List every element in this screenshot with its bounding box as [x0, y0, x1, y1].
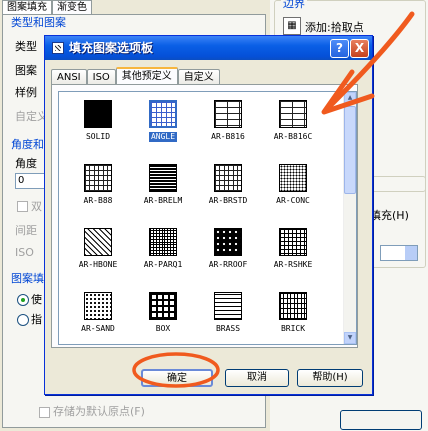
- pattern-list[interactable]: SOLID ANGLE AR-B816 AR-B816C AR-B88 AR-B…: [58, 91, 357, 345]
- pattern-label: AR-CONC: [276, 196, 310, 205]
- pattern-angle[interactable]: ANGLE: [130, 100, 196, 142]
- label-type: 类型: [15, 40, 37, 53]
- label-store-default-origin: 存储为默认原点(F): [53, 405, 145, 418]
- pattern-label: AR-B816C: [273, 132, 313, 141]
- label-iso: ISO: [15, 246, 34, 259]
- scroll-down-icon[interactable]: ▼: [344, 332, 356, 344]
- specified-origin-radio[interactable]: [17, 314, 29, 326]
- pattern-label: BOX: [155, 324, 171, 333]
- pattern-swatch: [149, 228, 177, 256]
- background-tabs: 图案填充 渐变色: [2, 0, 92, 14]
- pattern-ar-b816[interactable]: AR-B816: [195, 100, 261, 142]
- pattern-ar-sand[interactable]: AR-SAND: [65, 292, 131, 334]
- scroll-up-icon[interactable]: ▲: [344, 92, 356, 104]
- group-angle-scale: 角度和: [11, 138, 44, 151]
- fill-label: 填充(H): [370, 209, 409, 222]
- tab-iso[interactable]: ISO: [86, 69, 116, 84]
- pattern-label: AR-B816: [211, 132, 245, 141]
- pattern-swatch: [84, 164, 112, 192]
- pattern-swatch: [214, 292, 242, 320]
- pattern-label: AR-BRSTD: [208, 196, 248, 205]
- pattern-swatch: [214, 164, 242, 192]
- title-bar[interactable]: 填充图案选项板 ? X: [45, 36, 372, 60]
- pattern-swatch: [214, 100, 242, 128]
- close-icon[interactable]: X: [350, 39, 369, 58]
- add-pick-points-label: 添加:拾取点: [305, 21, 364, 34]
- pattern-label: AR-RROOF: [208, 260, 248, 269]
- label-swatch: 样例: [15, 86, 37, 99]
- store-default-origin-checkbox[interactable]: [39, 407, 50, 418]
- pattern-swatch: [214, 228, 242, 256]
- group-origin: 图案填: [11, 272, 44, 285]
- tab-custom[interactable]: 自定义: [177, 69, 220, 84]
- pattern-brick[interactable]: BRICK: [260, 292, 326, 334]
- pattern-label: AR-SAND: [81, 324, 115, 333]
- pattern-swatch: [149, 164, 177, 192]
- label-specified: 指: [31, 313, 42, 326]
- pattern-ar-b88[interactable]: AR-B88: [65, 164, 131, 206]
- tab-hatch[interactable]: 图案填充: [2, 0, 52, 14]
- pattern-label-selected: ANGLE: [148, 132, 178, 142]
- label-double: 双: [31, 200, 42, 213]
- boundaries-title: 边界: [281, 0, 307, 10]
- pattern-swatch: [279, 100, 307, 128]
- pattern-ar-hbone[interactable]: AR-HBONE: [65, 228, 131, 270]
- pattern-swatch: [279, 164, 307, 192]
- pattern-label: AR-RSHKE: [273, 260, 313, 269]
- label-spacing: 间距: [15, 224, 37, 237]
- label-pattern: 图案: [15, 64, 37, 77]
- pattern-ar-rroof[interactable]: AR-RROOF: [195, 228, 261, 270]
- hatch-pattern-palette-dialog: 填充图案选项板 ? X ANSI ISO 其他预定义 自定义 SOLID ANG…: [44, 35, 373, 395]
- cancel-button[interactable]: 取消: [225, 369, 289, 387]
- fill-combo[interactable]: [380, 245, 418, 261]
- pattern-swatch: [279, 228, 307, 256]
- pattern-swatch: [84, 100, 112, 128]
- pattern-swatch: [279, 292, 307, 320]
- pattern-ar-rshke[interactable]: AR-RSHKE: [260, 228, 326, 270]
- pattern-label: AR-HBONE: [78, 260, 118, 269]
- pattern-ar-brstd[interactable]: AR-BRSTD: [195, 164, 261, 206]
- label-angle: 角度: [15, 157, 37, 170]
- double-checkbox[interactable]: [17, 201, 28, 212]
- help-icon[interactable]: ?: [330, 39, 349, 58]
- app-icon: [52, 42, 64, 54]
- pattern-ar-conc[interactable]: AR-CONC: [260, 164, 326, 206]
- pattern-ar-parq1[interactable]: AR-PARQ1: [130, 228, 196, 270]
- pattern-label: BRICK: [280, 324, 306, 333]
- dialog-title: 填充图案选项板: [69, 41, 154, 55]
- tab-panel: SOLID ANGLE AR-B816 AR-B816C AR-B88 AR-B…: [51, 84, 358, 348]
- tab-ansi[interactable]: ANSI: [51, 69, 87, 84]
- tab-other-predefined[interactable]: 其他预定义: [115, 67, 178, 84]
- pattern-swatch: [84, 292, 112, 320]
- pattern-box[interactable]: BOX: [130, 292, 196, 334]
- pattern-label: AR-PARQ1: [143, 260, 183, 269]
- pattern-tabs: ANSI ISO 其他预定义 自定义: [51, 67, 220, 84]
- ok-button[interactable]: 确定: [141, 369, 213, 387]
- help-button[interactable]: 帮助(H): [297, 369, 363, 387]
- vertical-scrollbar[interactable]: ▲ ▼: [343, 92, 356, 344]
- pattern-solid[interactable]: SOLID: [65, 100, 131, 142]
- pattern-label: AR-BRELM: [143, 196, 183, 205]
- pattern-label: SOLID: [85, 132, 111, 141]
- pattern-ar-b816c[interactable]: AR-B816C: [260, 100, 326, 142]
- pattern-brass[interactable]: BRASS: [195, 292, 261, 334]
- pattern-swatch: [149, 100, 177, 128]
- tab-gradient[interactable]: 渐变色: [52, 0, 92, 14]
- angle-input[interactable]: 0: [15, 173, 47, 189]
- group-type-pattern: 类型和图案: [11, 16, 66, 29]
- pattern-ar-brelm[interactable]: AR-BRELM: [130, 164, 196, 206]
- pattern-swatch: [84, 228, 112, 256]
- pick-points-icon[interactable]: ▦: [283, 17, 301, 35]
- scroll-thumb[interactable]: [344, 106, 356, 194]
- pattern-swatch: [149, 292, 177, 320]
- use-current-origin-radio[interactable]: [17, 294, 29, 306]
- pattern-label: BRASS: [215, 324, 241, 333]
- background-help-button[interactable]: [340, 410, 422, 430]
- label-use: 使: [31, 293, 42, 306]
- pattern-label: AR-B88: [83, 196, 113, 205]
